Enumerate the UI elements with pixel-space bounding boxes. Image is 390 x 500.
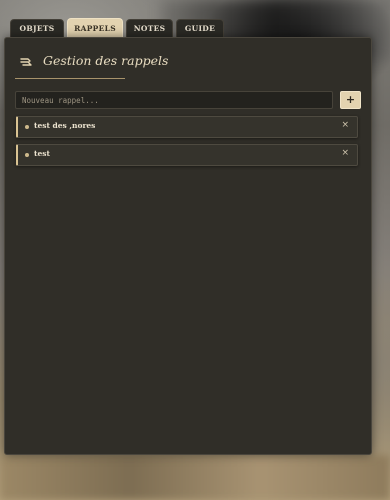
bullet-icon [25, 153, 29, 157]
tab-guide[interactable]: GUIDE [176, 19, 224, 37]
new-reminder-input[interactable] [15, 91, 333, 109]
page-title: Gestion des rappels [43, 53, 169, 68]
list-item: test des ,nores × [16, 116, 358, 138]
tab-bar: OBJETS RAPPELS NOTES GUIDE [10, 18, 224, 37]
new-reminder-row: + [15, 91, 361, 109]
tab-notes[interactable]: NOTES [126, 19, 173, 37]
reminders-panel: Gestion des rappels + test des ,nores × … [4, 37, 372, 455]
panel-header: Gestion des rappels [15, 52, 168, 79]
background-blur-bottom [0, 455, 390, 500]
reminder-text: test [34, 149, 50, 158]
list-item: test × [16, 144, 358, 166]
tab-rappels[interactable]: RAPPELS [67, 18, 123, 37]
reminder-text: test des ,nores [34, 121, 96, 130]
reminder-list: test des ,nores × test × [16, 116, 358, 172]
close-icon[interactable]: × [341, 120, 349, 130]
close-icon[interactable]: × [341, 148, 349, 158]
tab-objets[interactable]: OBJETS [10, 19, 64, 37]
add-reminder-button[interactable]: + [340, 91, 361, 109]
reminder-icon [19, 54, 33, 68]
bullet-icon [25, 125, 29, 129]
